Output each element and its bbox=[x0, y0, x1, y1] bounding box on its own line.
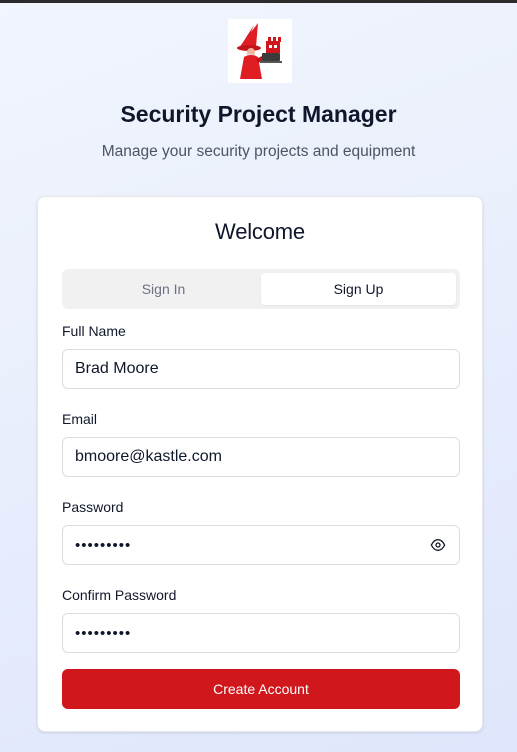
email-field[interactable] bbox=[62, 437, 460, 477]
password-field[interactable] bbox=[62, 525, 460, 565]
page-subtitle: Manage your security projects and equipm… bbox=[101, 143, 416, 160]
tab-sign-up[interactable]: Sign Up bbox=[261, 273, 456, 305]
confirm-password-label: Confirm Password bbox=[62, 587, 177, 603]
auth-tabs: Sign In Sign Up bbox=[62, 269, 460, 309]
eye-icon[interactable] bbox=[429, 536, 447, 554]
full-name-label: Full Name bbox=[62, 323, 126, 339]
password-input[interactable] bbox=[75, 536, 429, 554]
confirm-password-field[interactable] bbox=[62, 613, 460, 653]
card-title: Welcome bbox=[215, 219, 305, 244]
email-label: Email bbox=[62, 411, 98, 427]
wizard-mascot-icon bbox=[228, 19, 292, 83]
email-input[interactable] bbox=[75, 448, 447, 466]
confirm-password-input[interactable] bbox=[75, 624, 447, 642]
page-title: Security Project Manager bbox=[120, 101, 397, 127]
full-name-field[interactable] bbox=[62, 349, 460, 389]
tab-sign-in[interactable]: Sign In bbox=[66, 273, 261, 305]
auth-card: Welcome Sign In Sign Up Full Name Email … bbox=[37, 196, 483, 732]
full-name-input[interactable] bbox=[75, 360, 447, 378]
password-label: Password bbox=[62, 499, 124, 515]
window-top-edge bbox=[0, 0, 517, 3]
create-account-button[interactable]: Create Account bbox=[62, 669, 460, 709]
